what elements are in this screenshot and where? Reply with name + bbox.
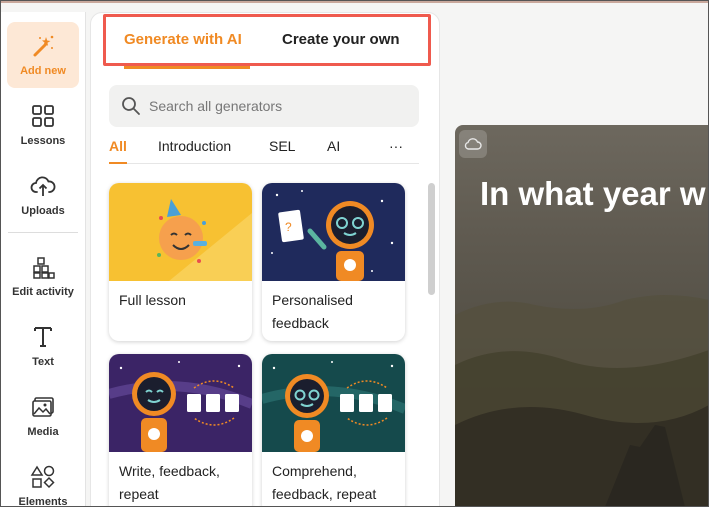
robot-write-illustration (109, 354, 252, 452)
sidebar-item-lessons[interactable]: Lessons (7, 92, 79, 158)
slide-title[interactable]: In what year w (480, 175, 706, 213)
sidebar-item-label: Uploads (21, 205, 65, 217)
sidebar-item-edit-activity[interactable]: Edit activity (7, 243, 79, 309)
card-thumbnail (262, 354, 405, 452)
sidebar-divider (8, 232, 78, 233)
tab-create-your-own[interactable]: Create your own (282, 31, 400, 48)
generator-card-full-lesson[interactable]: Full lesson (109, 183, 252, 341)
generator-card-comprehend-feedback-repeat[interactable]: Comprehend, feedback, repeat (262, 354, 405, 507)
sidebar-item-label: Media (27, 426, 59, 438)
search-box[interactable] (109, 85, 419, 127)
sidebar-item-uploads[interactable]: Uploads (7, 162, 79, 228)
sidebar-item-elements[interactable]: Elements (7, 453, 79, 507)
card-title: Personalised feedback (272, 292, 353, 331)
svg-text:?: ? (285, 220, 292, 234)
grid-icon (32, 105, 54, 127)
slide-canvas[interactable]: In what year w (455, 125, 709, 507)
card-thumbnail (109, 183, 252, 281)
sidebar-item-add-new[interactable]: Add new (7, 22, 79, 88)
sidebar-item-label: Add new (20, 65, 66, 77)
card-title: Comprehend, feedback, repeat (272, 463, 377, 502)
search-input[interactable] (149, 98, 399, 114)
filter-introduction[interactable]: Introduction (158, 138, 231, 154)
top-bar-strip (0, 0, 709, 3)
card-title: Full lesson (119, 292, 186, 308)
robot-illustration: ? (262, 183, 405, 281)
filter-ai[interactable]: AI (327, 138, 340, 154)
panel-scrollbar[interactable] (428, 183, 435, 295)
card-thumbnail: ? (262, 183, 405, 281)
card-thumbnail (109, 354, 252, 452)
image-icon (32, 397, 54, 417)
sidebar-item-label: Text (32, 356, 54, 368)
search-icon (122, 97, 140, 115)
active-filter-indicator (109, 162, 127, 164)
party-emoji-illustration (109, 183, 252, 281)
filter-more[interactable]: ··· (389, 138, 403, 154)
shapes-icon (30, 465, 55, 489)
card-title: Write, feedback, repeat (119, 463, 220, 502)
robot-comprehend-illustration (262, 354, 405, 452)
cloud-upload-icon (30, 176, 56, 196)
filter-divider (109, 163, 419, 164)
sidebar-item-label: Elements (18, 496, 68, 507)
sidebar-item-label: Edit activity (12, 286, 74, 298)
sidebar-item-label: Lessons (20, 135, 66, 147)
active-tab-indicator (124, 66, 250, 69)
generator-card-personalised-feedback[interactable]: ? Personalised feedback (262, 183, 405, 341)
filter-sel[interactable]: SEL (269, 138, 295, 154)
filter-all[interactable]: All (109, 138, 127, 154)
cloud-icon (464, 138, 482, 150)
sidebar-item-text[interactable]: Text (7, 313, 79, 379)
tab-generate-with-ai[interactable]: Generate with AI (124, 31, 242, 48)
blocks-icon (33, 257, 55, 279)
sidebar-item-media[interactable]: Media (7, 383, 79, 449)
generator-card-write-feedback-repeat[interactable]: Write, feedback, repeat (109, 354, 252, 507)
cloud-sync-button[interactable] (459, 130, 487, 158)
text-icon (34, 327, 52, 347)
magic-wand-icon (33, 35, 54, 57)
left-sidebar: Add new Lessons Uploads Edit activity Te… (0, 12, 86, 507)
